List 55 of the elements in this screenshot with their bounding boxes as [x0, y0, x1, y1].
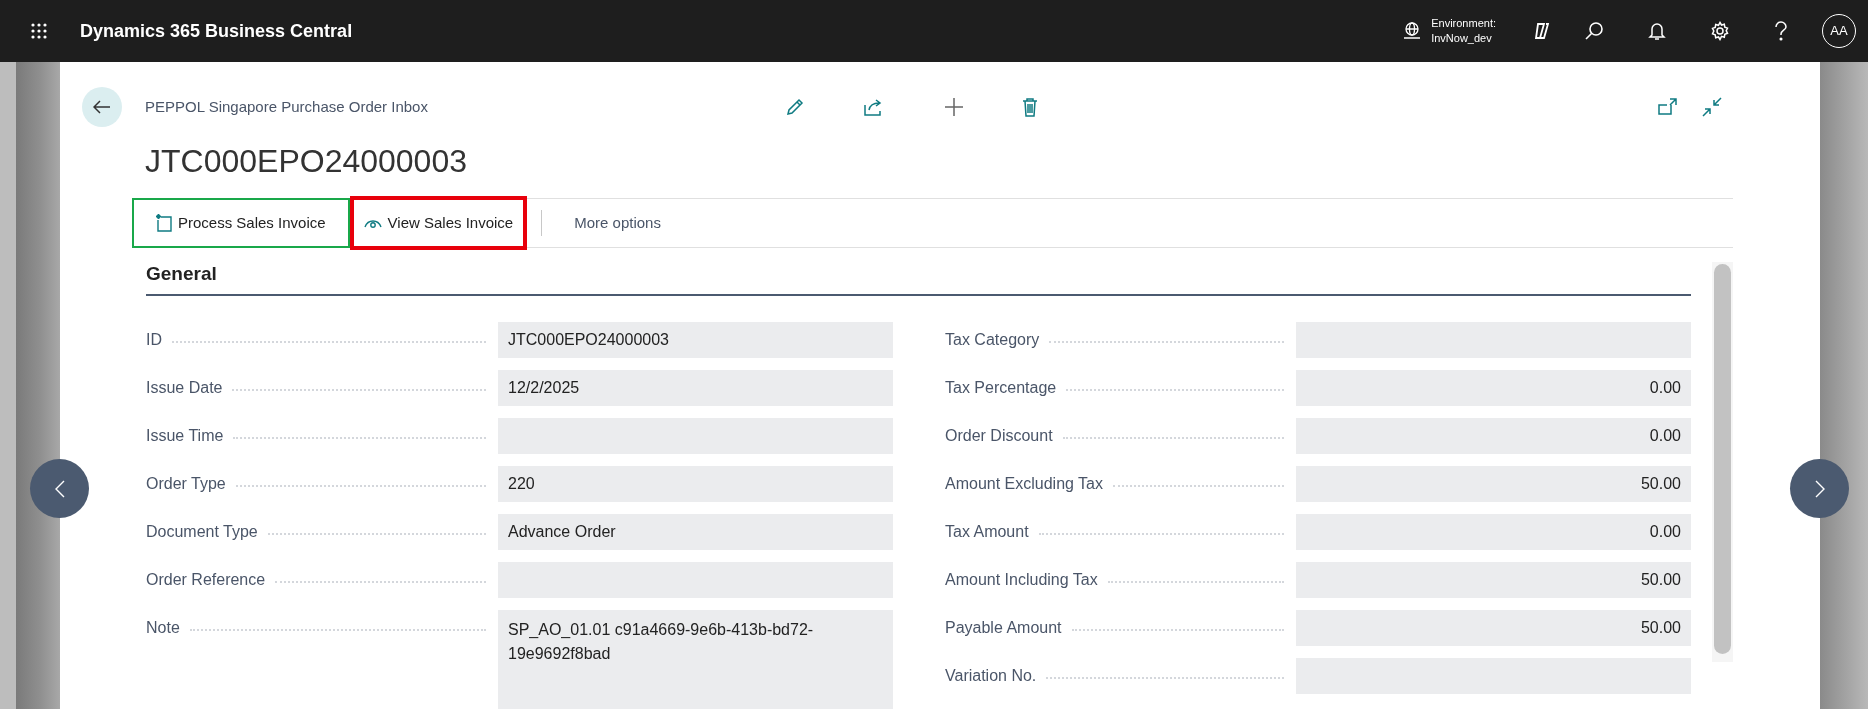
delete-icon[interactable] — [1022, 97, 1038, 117]
pop-out-icon[interactable] — [1658, 98, 1678, 116]
value-field[interactable]: 0.00 — [1296, 418, 1691, 454]
collapse-icon[interactable] — [1702, 97, 1722, 117]
search-icon[interactable] — [1584, 21, 1604, 41]
field-label: ID — [146, 330, 162, 350]
field-label: Amount Including Tax — [945, 570, 1098, 590]
chevron-left-icon — [54, 479, 65, 498]
view-sales-invoice-button[interactable]: View Sales Invoice — [349, 196, 528, 250]
value-field[interactable]: 50.00 — [1296, 466, 1691, 502]
field-label: Order Reference — [146, 570, 266, 590]
document-icon — [156, 214, 172, 232]
field-label: Issue Time — [146, 426, 224, 446]
field-label: Variation No. — [945, 666, 1037, 686]
field-label: Note — [146, 618, 180, 638]
environment-name: InvNow_dev — [1431, 31, 1493, 46]
help-icon[interactable] — [1774, 21, 1788, 41]
field-label: Document Type — [146, 522, 258, 542]
globe-icon[interactable] — [1402, 21, 1423, 41]
value-field[interactable]: JTC000EPO24000003 — [498, 322, 893, 358]
value-field[interactable]: 220 — [498, 466, 893, 502]
value-field[interactable]: 12/2/2025 — [498, 370, 893, 406]
settings-icon[interactable] — [1710, 21, 1730, 41]
scrollbar[interactable] — [1712, 262, 1733, 662]
back-arrow-icon — [93, 100, 111, 114]
process-sales-invoice-button[interactable]: Process Sales Invoice — [132, 198, 350, 248]
field-label: Tax Percentage — [945, 378, 1057, 398]
field-label: Issue Date — [146, 378, 223, 398]
field-label: Order Type — [146, 474, 226, 494]
field-label: Payable Amount — [945, 618, 1062, 638]
value-field[interactable]: 50.00 — [1296, 562, 1691, 598]
field-label: Amount Excluding Tax — [945, 474, 1103, 494]
environment-label: Environment: — [1431, 16, 1496, 31]
value-field[interactable]: 50.00 — [1296, 610, 1691, 646]
field-label: Tax Amount — [945, 522, 1029, 542]
back-button[interactable] — [82, 87, 122, 127]
chevron-right-icon — [1814, 479, 1825, 498]
value-field[interactable]: 0.00 — [1296, 514, 1691, 550]
more-options-button[interactable]: More options — [564, 203, 671, 243]
eye-icon — [363, 217, 382, 229]
value-field[interactable]: 0.00 — [1296, 370, 1691, 406]
copilot-icon[interactable] — [1532, 21, 1552, 41]
app-title: Dynamics 365 Business Central — [80, 19, 353, 43]
add-icon[interactable] — [944, 97, 964, 117]
edit-icon[interactable] — [785, 97, 805, 117]
app-launcher-icon[interactable] — [30, 22, 48, 40]
share-icon[interactable] — [863, 97, 883, 117]
value-field[interactable]: SP_AO_01.01 c91a4669-9e6b-413b-bd72-19e9692f8bad — [498, 610, 893, 709]
notification-bell-icon[interactable] — [1648, 21, 1666, 41]
page-title: JTC000EPO24000003 — [145, 143, 467, 179]
field-label: Order Discount — [945, 426, 1053, 446]
value-field[interactable]: Advance Order — [498, 514, 893, 550]
field-label: Tax Category — [945, 330, 1040, 350]
breadcrumb[interactable]: PEPPOL Singapore Purchase Order Inbox — [145, 95, 777, 119]
section-title[interactable]: General — [146, 262, 1691, 286]
